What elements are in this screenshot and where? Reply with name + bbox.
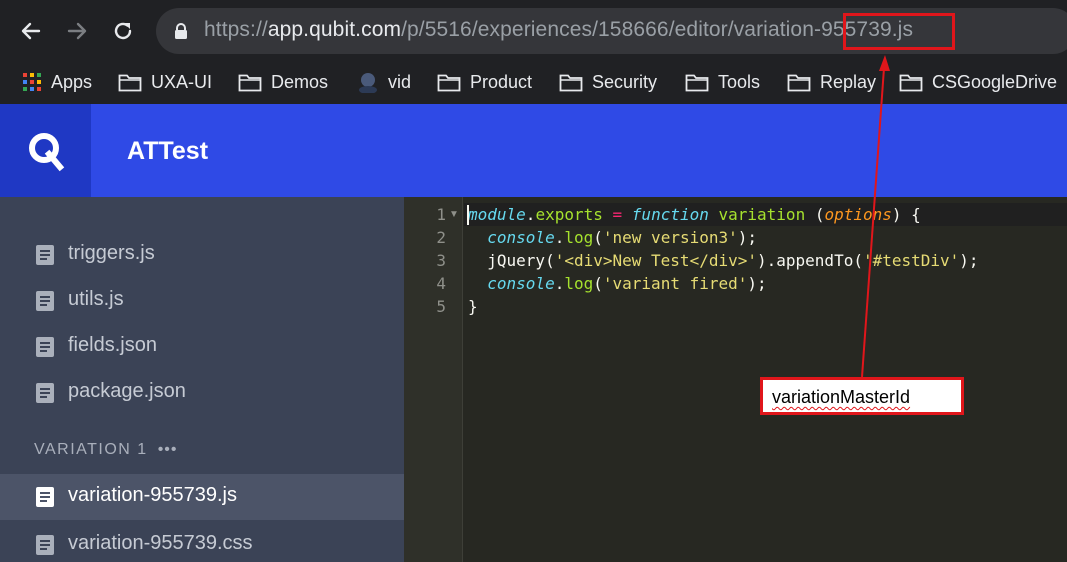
annotation-label: variationMasterId xyxy=(772,387,911,407)
screenshot-root: https://app.qubit.com/p/5516/experiences… xyxy=(0,0,1067,562)
annotation-arrow xyxy=(861,55,890,378)
annotation-label-box: variationMasterId xyxy=(760,377,964,415)
